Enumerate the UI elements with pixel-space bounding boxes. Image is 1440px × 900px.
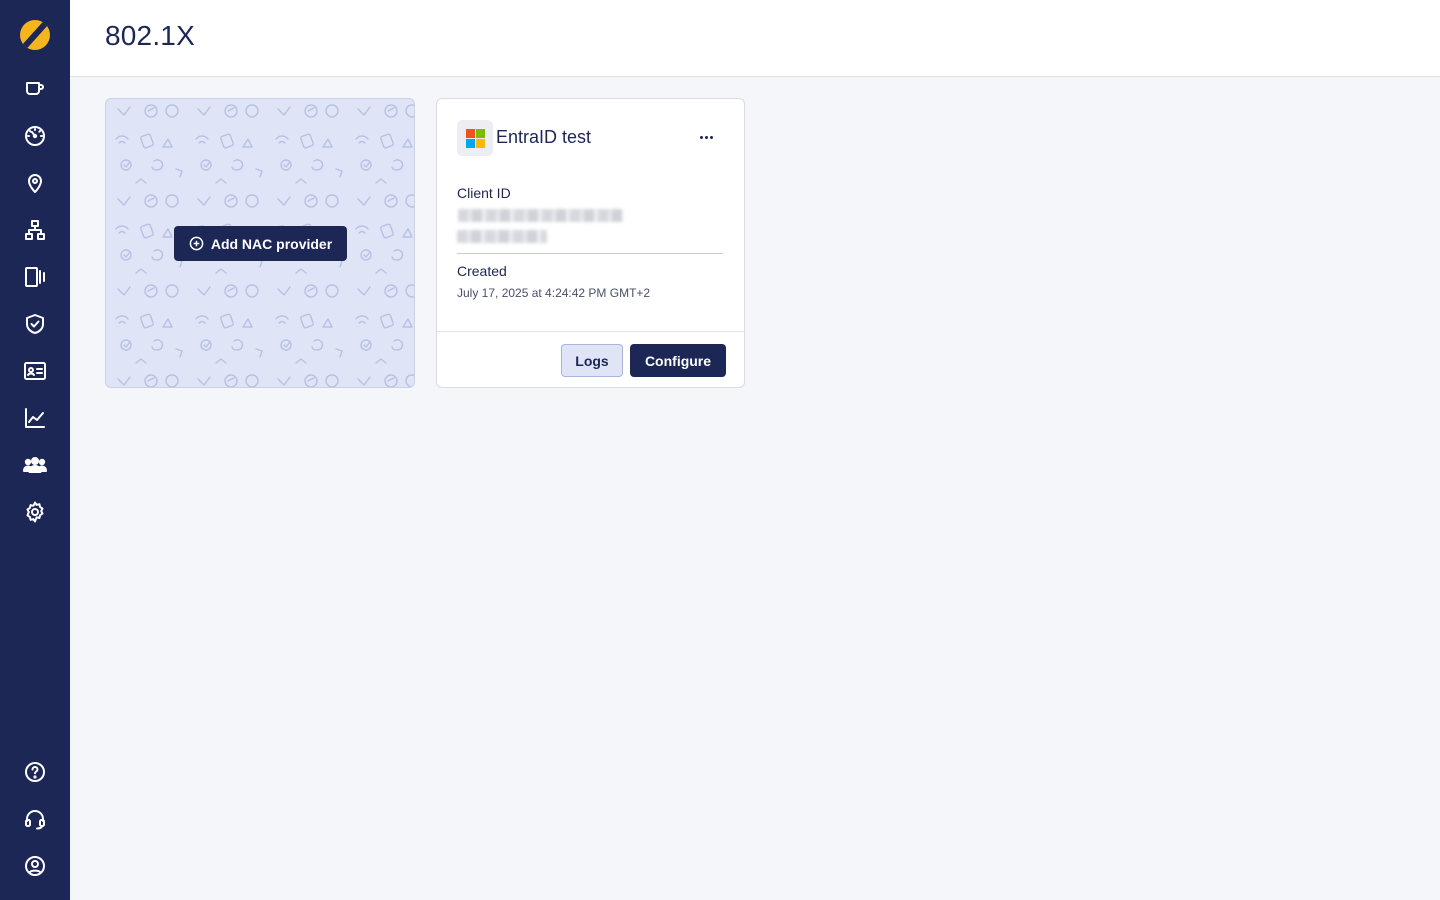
sidebar-item-security[interactable] (20, 309, 50, 339)
sidebar-item-support[interactable] (20, 804, 50, 834)
card-divider (457, 253, 723, 254)
provider-card: EntraID test Client ID Created July 17, … (436, 98, 745, 388)
configure-button[interactable]: Configure (630, 344, 726, 377)
headset-icon (25, 810, 45, 830)
sidebar-item-network[interactable] (20, 215, 50, 245)
page-header: 802.1X (70, 0, 1440, 77)
user-circle-icon (25, 856, 45, 876)
sidebar-item-help[interactable] (20, 757, 50, 787)
ellipsis-icon (699, 135, 703, 139)
line-chart-icon (25, 408, 45, 428)
gear-icon (26, 501, 44, 523)
map-pin-icon (28, 174, 42, 193)
sidebar-item-dashboard[interactable] (20, 121, 50, 151)
sidebar-item-settings[interactable] (20, 497, 50, 527)
more-options-button[interactable] (695, 127, 717, 147)
users-group-icon (23, 457, 47, 473)
devices-icon (25, 267, 45, 287)
sidebar-item-guest-portal[interactable] (20, 74, 50, 104)
created-label: Created (457, 263, 507, 279)
logs-button[interactable]: Logs (561, 344, 623, 377)
client-id-label: Client ID (457, 185, 511, 201)
sidebar-item-identity[interactable] (20, 356, 50, 386)
coffee-cup-icon (26, 82, 44, 95)
add-nac-provider-button[interactable]: Add NAC provider (174, 226, 347, 261)
sidebar-item-locations[interactable] (20, 168, 50, 198)
card-footer: Logs Configure (437, 331, 744, 387)
sidebar (0, 0, 70, 900)
add-nac-provider-label: Add NAC provider (210, 235, 333, 252)
gauge-icon (25, 126, 45, 146)
sidebar-item-devices[interactable] (20, 262, 50, 292)
id-card-icon (24, 362, 46, 380)
add-provider-card: Add NAC provider (105, 98, 415, 388)
client-id-value-redacted-line-2 (457, 230, 547, 243)
client-id-value-redacted (458, 209, 623, 222)
microsoft-logo-icon (457, 120, 493, 156)
sidebar-item-analytics[interactable] (20, 403, 50, 433)
page-title: 802.1X (105, 20, 195, 51)
plus-circle-icon (189, 236, 204, 251)
shield-check-icon (26, 314, 44, 334)
help-circle-icon (25, 762, 45, 782)
sidebar-item-users[interactable] (20, 450, 50, 480)
cloudi-fi-logo[interactable] (20, 20, 50, 50)
created-value: July 17, 2025 at 4:24:42 PM GMT+2 (457, 286, 651, 300)
provider-name: EntraID test (496, 127, 592, 147)
network-topology-icon (25, 220, 45, 240)
sidebar-item-account[interactable] (20, 851, 50, 881)
